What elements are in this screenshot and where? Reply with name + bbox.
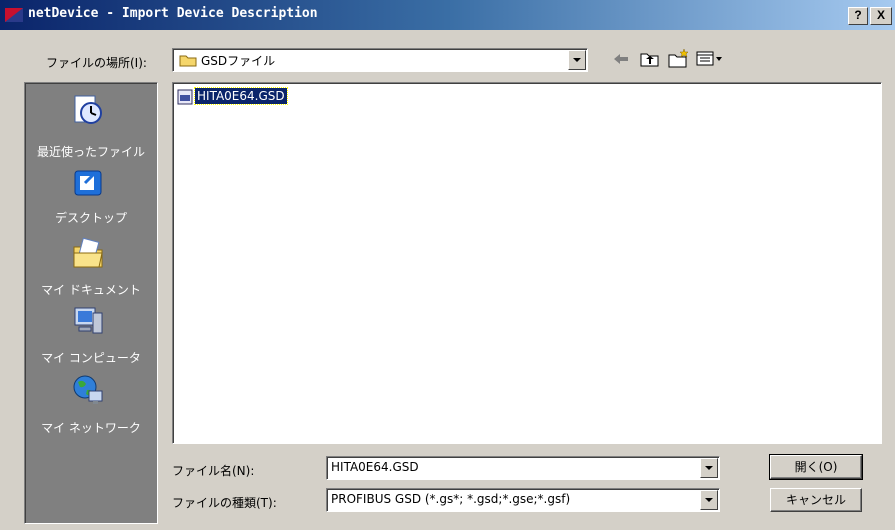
my-computer-icon xyxy=(74,307,103,334)
place-label: マイ ネットワーク xyxy=(41,421,141,435)
places-bar: 最近使ったファイル デスクトップ マイ ドキュメント マイ コンピュータ マイ … xyxy=(24,82,158,524)
filename-dropdown-button[interactable] xyxy=(700,458,718,478)
cancel-button[interactable]: キャンセル xyxy=(770,488,862,512)
app-icon xyxy=(5,8,23,22)
open-button[interactable]: 開く(O) xyxy=(769,454,863,480)
desktop-icon xyxy=(74,170,102,196)
open-button-label: 開く(O) xyxy=(794,460,838,474)
file-list[interactable]: HITA0E64.GSD xyxy=(172,82,882,444)
filename-field[interactable]: HITA0E64.GSD xyxy=(326,456,720,480)
place-label: デスクトップ xyxy=(54,211,127,225)
close-button[interactable]: X xyxy=(870,7,892,25)
filename-value: HITA0E64.GSD xyxy=(331,460,419,474)
file-name: HITA0E64.GSD xyxy=(194,87,288,105)
place-my-computer[interactable]: マイ コンピュータ xyxy=(25,301,157,371)
place-recent[interactable]: 最近使ったファイル xyxy=(25,89,157,159)
gsd-file-icon xyxy=(177,89,193,105)
place-desktop[interactable]: デスクトップ xyxy=(25,161,157,231)
filename-label: ファイル名(N): xyxy=(172,464,255,478)
place-my-documents[interactable]: マイ ドキュメント xyxy=(25,231,157,301)
folder-icon xyxy=(179,55,197,67)
recent-files-icon xyxy=(74,95,102,124)
close-icon: X xyxy=(876,8,885,22)
title-bar[interactable]: netDevice - Import Device Description ? … xyxy=(0,0,895,30)
back-arrow-icon[interactable] xyxy=(612,52,630,66)
place-my-network[interactable]: マイ ネットワーク xyxy=(25,369,157,439)
view-menu-icon[interactable] xyxy=(696,50,724,68)
filetype-label: ファイルの種類(T): xyxy=(172,496,277,510)
location-dropdown-button[interactable] xyxy=(568,50,586,70)
place-label: マイ コンピュータ xyxy=(41,351,141,365)
help-button[interactable]: ? xyxy=(848,7,868,25)
new-folder-icon[interactable] xyxy=(668,48,690,68)
my-network-icon xyxy=(73,375,103,404)
window-title: netDevice - Import Device Description xyxy=(28,6,318,21)
help-icon: ? xyxy=(854,8,862,22)
place-label: マイ ドキュメント xyxy=(41,283,141,297)
place-label: 最近使ったファイル xyxy=(36,145,145,159)
my-documents-icon xyxy=(73,237,103,268)
cancel-button-label: キャンセル xyxy=(785,493,846,507)
location-label: ファイルの場所(I): xyxy=(46,56,147,70)
filetype-value: PROFIBUS GSD (*.gs*; *.gsd;*.gse;*.gsf) xyxy=(331,492,571,506)
location-value: GSDファイル xyxy=(201,54,276,68)
location-combo[interactable]: GSDファイル xyxy=(172,48,588,72)
filetype-select[interactable]: PROFIBUS GSD (*.gs*; *.gsd;*.gse;*.gsf) xyxy=(326,488,720,512)
filetype-dropdown-button[interactable] xyxy=(700,490,718,510)
up-folder-icon[interactable] xyxy=(640,50,660,68)
